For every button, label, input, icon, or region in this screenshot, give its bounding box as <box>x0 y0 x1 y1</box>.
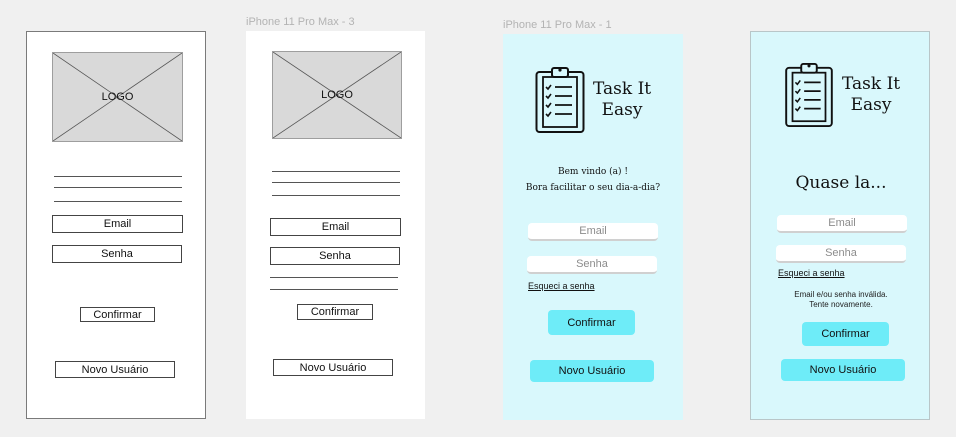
text-line <box>54 201 182 202</box>
text-line <box>270 289 398 290</box>
welcome-text: Bem vindo (a) ! Bora facilitar o seu dia… <box>503 164 683 196</box>
brand-title: Task It Easy <box>842 74 900 116</box>
new-user-button[interactable]: Novo Usuário <box>55 361 175 378</box>
password-field[interactable]: Senha <box>52 245 182 263</box>
welcome-line2: Bora facilitar o seu dia-a-dia? <box>525 183 661 193</box>
confirm-button[interactable]: Confirmar <box>802 322 889 346</box>
text-line <box>54 187 182 188</box>
email-field[interactable]: Email <box>52 215 183 233</box>
email-field[interactable]: Email <box>270 218 401 236</box>
error-line1: Email e/ou senha inválida. <box>794 290 888 299</box>
password-input[interactable]: Senha <box>527 256 657 274</box>
brand-title: Task It Easy <box>593 79 651 121</box>
logo-label: LOGO <box>101 91 134 103</box>
brand: Task It Easy <box>784 62 900 128</box>
frame-label: iPhone 11 Pro Max - 1 <box>503 19 612 31</box>
email-input[interactable]: Email <box>777 215 907 233</box>
password-field[interactable]: Senha <box>270 247 400 265</box>
forgot-password-link[interactable]: Esqueci a senha <box>778 268 845 278</box>
welcome-line1: Bem vindo (a) ! <box>557 167 628 177</box>
password-input[interactable]: Senha <box>776 245 906 263</box>
error-message: Email e/ou senha inválida. Tente novamen… <box>751 290 931 310</box>
frame-wireframe-2: LOGO Email Senha Confirmar Novo Usuário <box>246 31 425 419</box>
brand-title-line1: Task It <box>593 79 652 99</box>
brand: Task It Easy <box>535 66 651 134</box>
logo-placeholder: LOGO <box>272 51 402 139</box>
frame-label: iPhone 11 Pro Max - 3 <box>246 16 355 28</box>
confirm-button[interactable]: Confirmar <box>297 304 373 320</box>
forgot-password-link[interactable]: Esqueci a senha <box>528 281 595 291</box>
email-input[interactable]: Email <box>528 223 658 241</box>
frame-login: Task It Easy Bem vindo (a) ! Bora facili… <box>503 34 683 420</box>
clipboard-checklist-icon <box>535 67 585 133</box>
confirm-button[interactable]: Confirmar <box>548 310 635 335</box>
page-title: Quase la... <box>795 173 887 193</box>
clipboard-checklist-icon <box>785 62 833 128</box>
brand-title-line2: Easy <box>601 100 643 120</box>
brand-title-line2: Easy <box>850 95 892 115</box>
frame-wireframe-1: LOGO Email Senha Confirmar Novo Usuário <box>26 31 206 419</box>
error-line2: Tente novamente. <box>809 300 873 309</box>
text-line <box>272 171 400 172</box>
confirm-button[interactable]: Confirmar <box>80 307 155 322</box>
text-line <box>272 182 400 183</box>
new-user-button[interactable]: Novo Usuário <box>530 360 654 382</box>
new-user-button[interactable]: Novo Usuário <box>781 359 905 381</box>
text-line <box>54 176 182 177</box>
brand-title-line1: Task It <box>842 74 901 94</box>
text-line <box>270 277 398 278</box>
text-line <box>272 195 400 196</box>
frame-login-error: Task It Easy Quase la... Email Senha Esq… <box>750 31 930 420</box>
logo-placeholder: LOGO <box>52 52 183 142</box>
new-user-button[interactable]: Novo Usuário <box>273 359 393 376</box>
logo-label: LOGO <box>321 89 353 101</box>
